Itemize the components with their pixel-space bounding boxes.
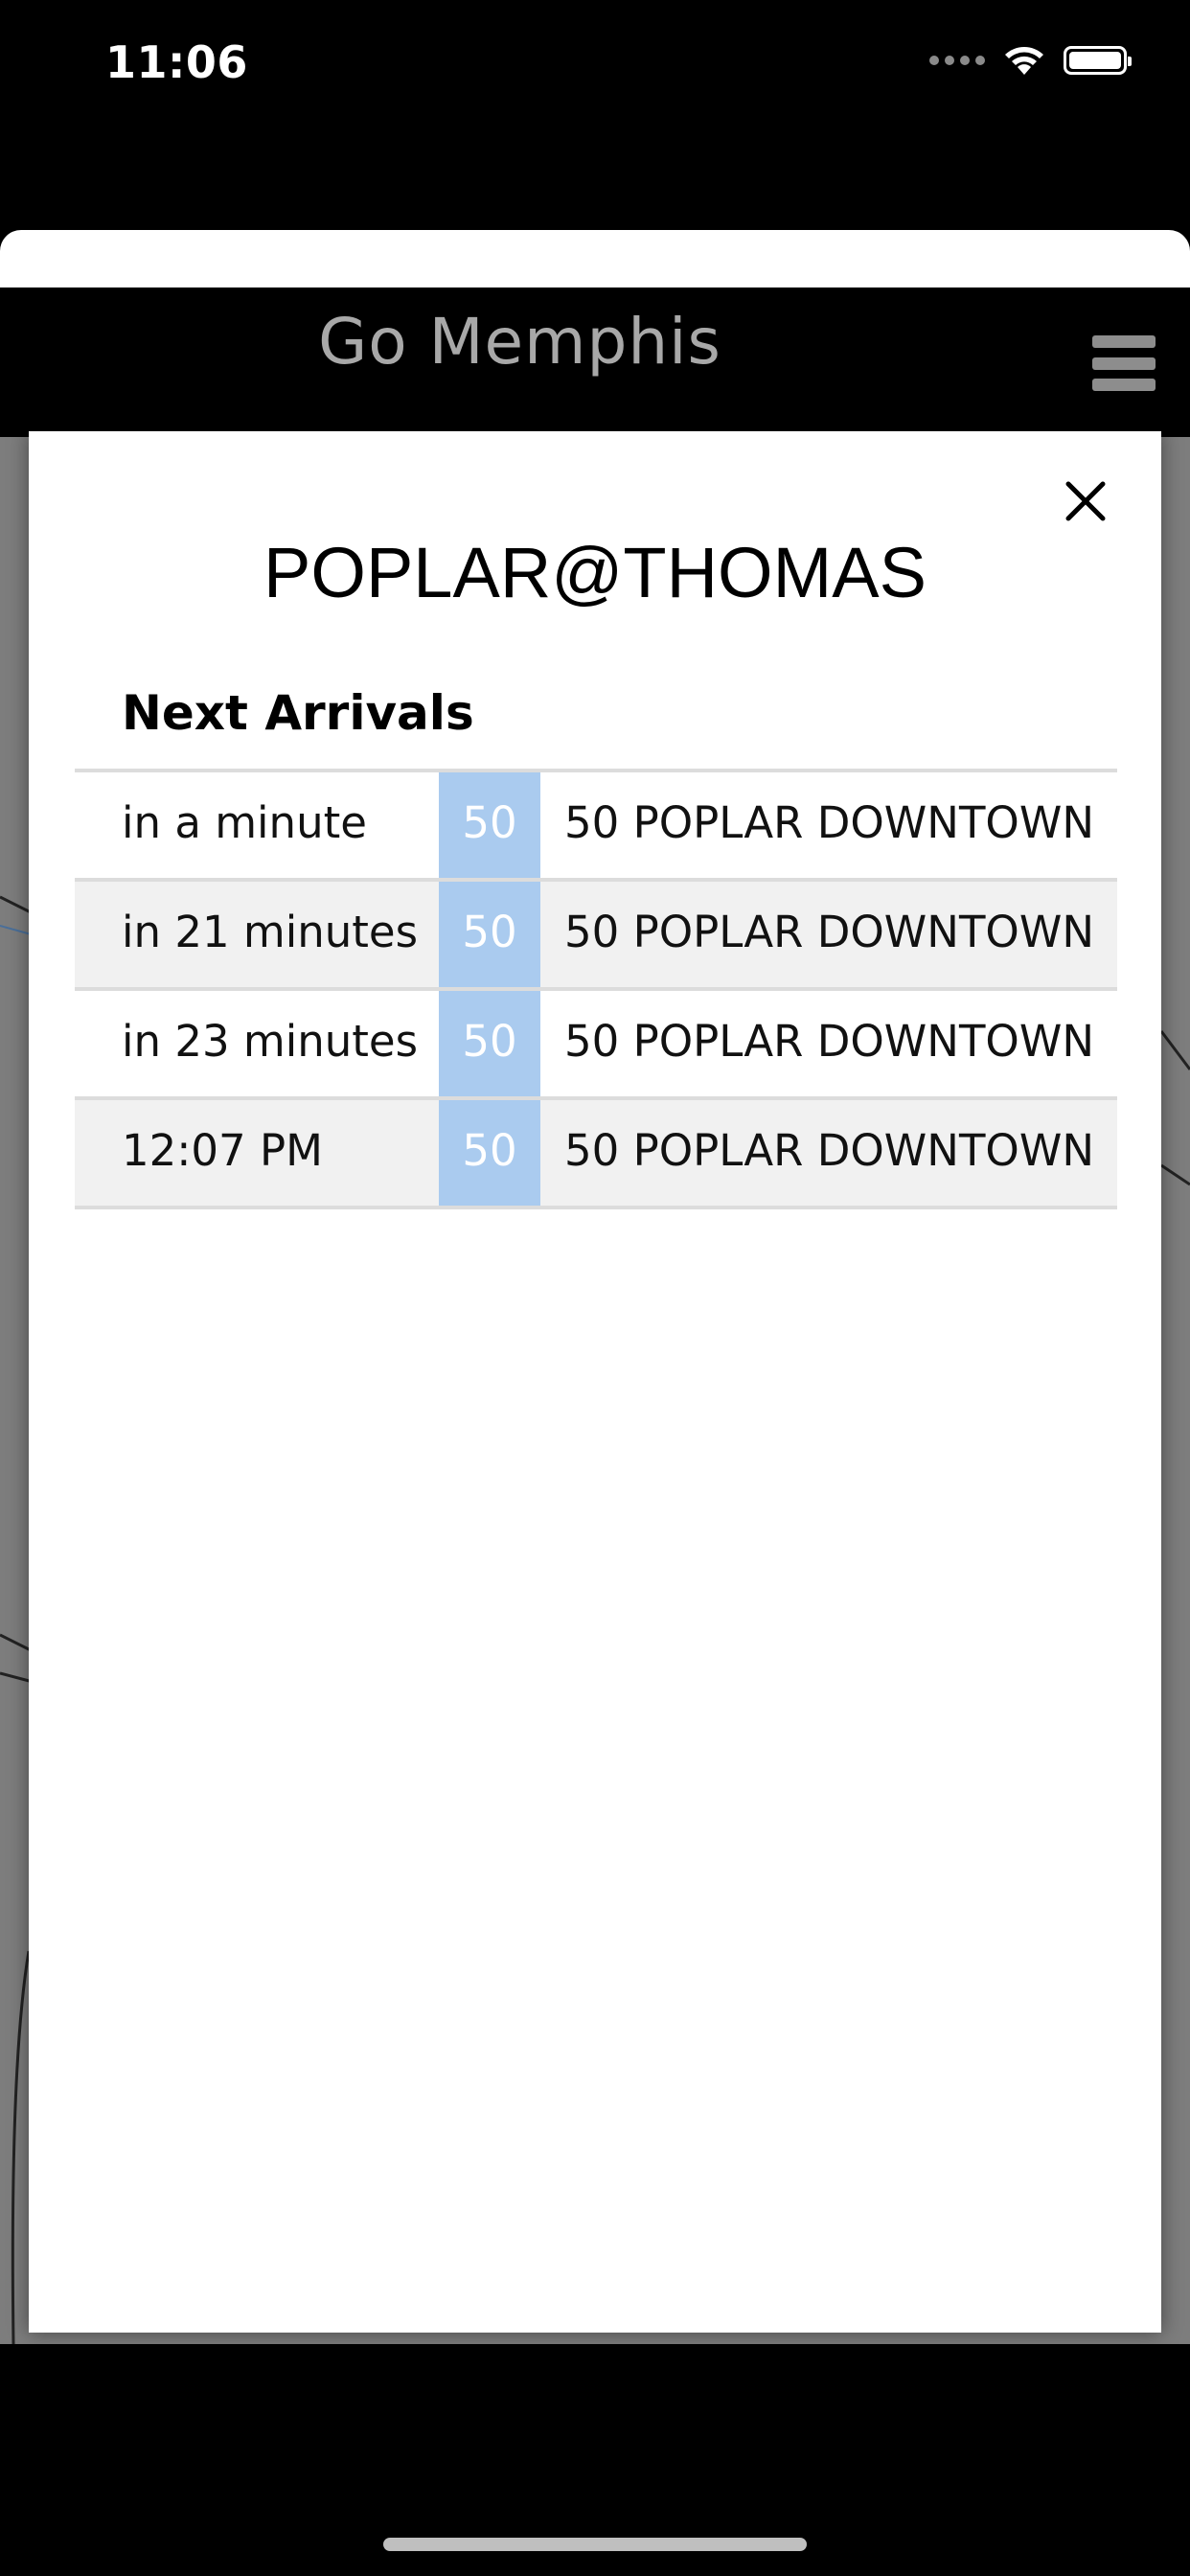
route-destination: 50 POPLAR DOWNTOWN bbox=[540, 1098, 1117, 1209]
stop-arrivals-modal: POPLAR@THOMAS Next Arrivals in a minute … bbox=[29, 431, 1161, 2333]
arrival-time: 12:07 PM bbox=[75, 1098, 439, 1209]
arrival-time: in a minute bbox=[75, 770, 439, 882]
table-row[interactable]: in 23 minutes 50 50 POPLAR DOWNTOWN bbox=[75, 989, 1117, 1100]
next-arrivals-heading: Next Arrivals bbox=[122, 685, 474, 741]
status-icons bbox=[929, 44, 1132, 77]
route-badge: 50 bbox=[439, 880, 540, 991]
hamburger-menu-icon[interactable] bbox=[1092, 335, 1156, 391]
table-row[interactable]: 12:07 PM 50 50 POPLAR DOWNTOWN bbox=[75, 1098, 1117, 1209]
home-indicator[interactable] bbox=[383, 2538, 807, 2551]
stop-name-title: POPLAR@THOMAS bbox=[263, 533, 927, 612]
battery-icon bbox=[1064, 46, 1132, 75]
app-header: Go Memphis bbox=[0, 288, 1190, 437]
app-title: Go Memphis bbox=[318, 305, 721, 379]
sheet-top-edge bbox=[0, 230, 1190, 288]
route-badge: 50 bbox=[439, 770, 540, 882]
table-row[interactable]: in 21 minutes 50 50 POPLAR DOWNTOWN bbox=[75, 880, 1117, 991]
arrival-time: in 23 minutes bbox=[75, 989, 439, 1100]
arrival-time: in 21 minutes bbox=[75, 880, 439, 991]
route-destination: 50 POPLAR DOWNTOWN bbox=[540, 770, 1117, 882]
wifi-icon bbox=[1005, 47, 1043, 75]
route-badge: 50 bbox=[439, 1098, 540, 1209]
status-bar: 11:06 bbox=[0, 0, 1190, 134]
status-time: 11:06 bbox=[105, 36, 248, 88]
cellular-signal-icon bbox=[929, 56, 985, 65]
close-icon[interactable] bbox=[1060, 475, 1111, 527]
route-destination: 50 POPLAR DOWNTOWN bbox=[540, 880, 1117, 991]
table-row[interactable]: in a minute 50 50 POPLAR DOWNTOWN bbox=[75, 770, 1117, 882]
route-destination: 50 POPLAR DOWNTOWN bbox=[540, 989, 1117, 1100]
arrivals-table: in a minute 50 50 POPLAR DOWNTOWN in 21 … bbox=[75, 769, 1117, 1209]
route-badge: 50 bbox=[439, 989, 540, 1100]
